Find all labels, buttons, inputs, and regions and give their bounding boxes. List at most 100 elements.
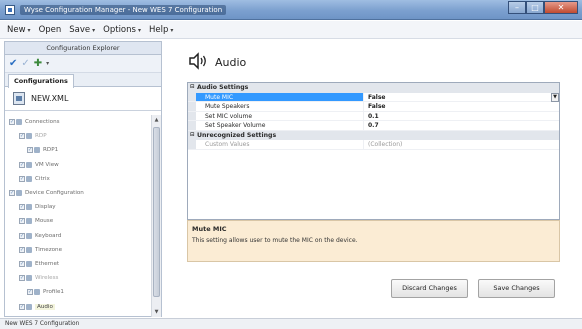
property-name: Mute Speakers	[188, 102, 364, 111]
checkbox[interactable]: ✓	[19, 218, 25, 225]
tree-item-connections[interactable]: ✓ Connections	[5, 115, 151, 129]
property-name: Mute MIC	[188, 92, 364, 101]
checkbox[interactable]: ✓	[19, 204, 25, 211]
scroll-up-icon[interactable]: ▲	[152, 115, 161, 125]
property-value[interactable]: False ▼	[364, 92, 559, 102]
property-row[interactable]: Set Speaker Volume 0.7	[188, 121, 559, 131]
checkbox[interactable]: ✓	[19, 133, 25, 140]
tree-item-rdp1[interactable]: ✓ RDP1	[5, 143, 151, 157]
checkbox[interactable]: ✓	[27, 289, 33, 296]
app-icon	[5, 5, 15, 15]
save-changes-button[interactable]: Save Changes	[478, 279, 555, 298]
tree-item-audio[interactable]: ✓ Audio	[5, 299, 151, 313]
checkbox[interactable]: ✓	[19, 175, 25, 182]
checkbox[interactable]: ✓	[19, 246, 25, 253]
menu-label: Help	[148, 24, 169, 35]
tree-item-label: Display	[35, 204, 56, 211]
wireless-icon	[26, 275, 32, 282]
add-item-icon[interactable]: ✚	[34, 58, 42, 69]
property-category[interactable]: ⊟ Audio Settings	[188, 83, 559, 93]
property-value-text: (Collection)	[368, 141, 403, 148]
check-outline-icon[interactable]: ✓	[21, 58, 29, 69]
checkbox[interactable]: ✓	[9, 190, 15, 197]
tree-item-label: VM View	[35, 161, 59, 168]
tree-item-display[interactable]: ✓ Display	[5, 200, 151, 214]
tree-item-label: Mouse	[35, 218, 54, 225]
property-row[interactable]: Mute Speakers False	[188, 102, 559, 112]
tree-item-profile1[interactable]: ✓ Profile1	[5, 285, 151, 299]
property-value[interactable]: False	[364, 102, 559, 111]
check-icon[interactable]: ✔	[9, 58, 17, 69]
checkbox[interactable]: ✓	[19, 161, 25, 168]
help-text: This setting allows user to mute the MIC…	[192, 237, 358, 244]
tree-item-label: Citrix	[35, 175, 50, 182]
config-file-item[interactable]: NEW.XML	[5, 87, 161, 111]
menu-label: New	[7, 24, 26, 35]
scrollbar-thumb[interactable]	[153, 127, 160, 297]
property-value-text: 0.7	[368, 122, 379, 129]
property-name: Custom Values	[188, 140, 364, 149]
property-category[interactable]: ⊟ Unrecognized Settings	[188, 130, 559, 141]
close-button[interactable]: ✕	[544, 1, 578, 14]
tree-item-keyboard[interactable]: ✓ Keyboard	[5, 229, 151, 243]
configuration-tree: ✓ Connections ✓ RDP ✓ RDP1 ✓ VM View ✓ Citrix ✓ Dev…	[5, 115, 151, 317]
maximize-button[interactable]: □	[526, 1, 544, 14]
checkbox[interactable]: ✓	[19, 275, 25, 282]
collapse-icon[interactable]: ⊟	[190, 131, 197, 141]
property-row[interactable]: Custom Values (Collection)	[188, 140, 559, 150]
tree-item-rdp[interactable]: ✓ RDP	[5, 129, 151, 143]
checkbox[interactable]: ✓	[19, 303, 25, 310]
clock-icon	[26, 246, 32, 253]
tree-item-ethernet[interactable]: ✓ Ethernet	[5, 257, 151, 271]
tree-item-label: Profile1	[43, 289, 64, 296]
menu-open[interactable]: Open	[35, 24, 66, 36]
checkbox[interactable]: ✓	[19, 232, 25, 239]
device-icon	[16, 190, 22, 197]
tab-configurations[interactable]: Configurations	[8, 74, 74, 88]
tree-scrollbar[interactable]: ▲ ▼	[151, 115, 161, 317]
property-value[interactable]: 0.7	[364, 121, 559, 130]
chevron-down-icon: ▾	[170, 26, 174, 34]
property-name: Set Speaker Volume	[188, 121, 364, 130]
window-title: Wyse Configuration Manager - New WES 7 C…	[20, 5, 227, 15]
status-bar: New WES 7 Configuration	[0, 318, 582, 329]
menu-label: Open	[38, 24, 62, 35]
checkbox[interactable]: ✓	[9, 119, 15, 126]
tree-item-label: RDP1	[43, 147, 59, 154]
tree-item-device-configuration[interactable]: ✓ Device Configuration	[5, 186, 151, 200]
menu-label: Options	[103, 24, 136, 35]
chevron-down-icon[interactable]: ▾	[46, 60, 49, 67]
tree-item-wireless[interactable]: ✓ Wireless	[5, 271, 151, 285]
tree-item-vm-view[interactable]: ✓ VM View	[5, 158, 151, 172]
plug-icon	[16, 119, 22, 126]
menu-options[interactable]: Options ▾	[99, 24, 145, 36]
menu-save[interactable]: Save ▾	[65, 24, 99, 36]
property-value[interactable]: 0.1	[364, 112, 559, 121]
property-row[interactable]: Mute MIC False ▼	[188, 92, 559, 102]
discard-changes-button[interactable]: Discard Changes	[391, 279, 468, 298]
dropdown-arrow-icon[interactable]: ▼	[551, 92, 559, 102]
citrix-icon	[26, 175, 32, 182]
property-value-text: False	[368, 93, 386, 101]
checkbox[interactable]: ✓	[27, 147, 33, 154]
vmview-icon	[26, 161, 32, 168]
tree-item-power[interactable]: ✓Power	[5, 314, 151, 317]
category-name: Unrecognized Settings	[197, 131, 277, 139]
tree-item-mouse[interactable]: ✓ Mouse	[5, 214, 151, 228]
menu-help[interactable]: Help ▾	[145, 24, 177, 36]
minimize-button[interactable]: –	[508, 1, 526, 14]
keyboard-icon	[26, 232, 32, 239]
property-row[interactable]: Set MIC volume 0.1	[188, 111, 559, 121]
collapse-icon[interactable]: ⊟	[190, 83, 197, 93]
scroll-down-icon[interactable]: ▼	[152, 307, 161, 317]
window-controls: – □ ✕	[508, 1, 578, 14]
tree-item-citrix[interactable]: ✓ Citrix	[5, 172, 151, 186]
rdp-icon	[26, 133, 32, 140]
menu-new[interactable]: New ▾	[3, 24, 35, 36]
title-bar: Wyse Configuration Manager - New WES 7 C…	[0, 0, 582, 20]
property-value[interactable]: (Collection)	[364, 140, 559, 149]
ethernet-icon	[26, 260, 32, 267]
tree-item-timezone[interactable]: ✓ Timezone	[5, 243, 151, 257]
checkbox[interactable]: ✓	[19, 260, 25, 267]
tree-item-label: Connections	[25, 119, 60, 126]
